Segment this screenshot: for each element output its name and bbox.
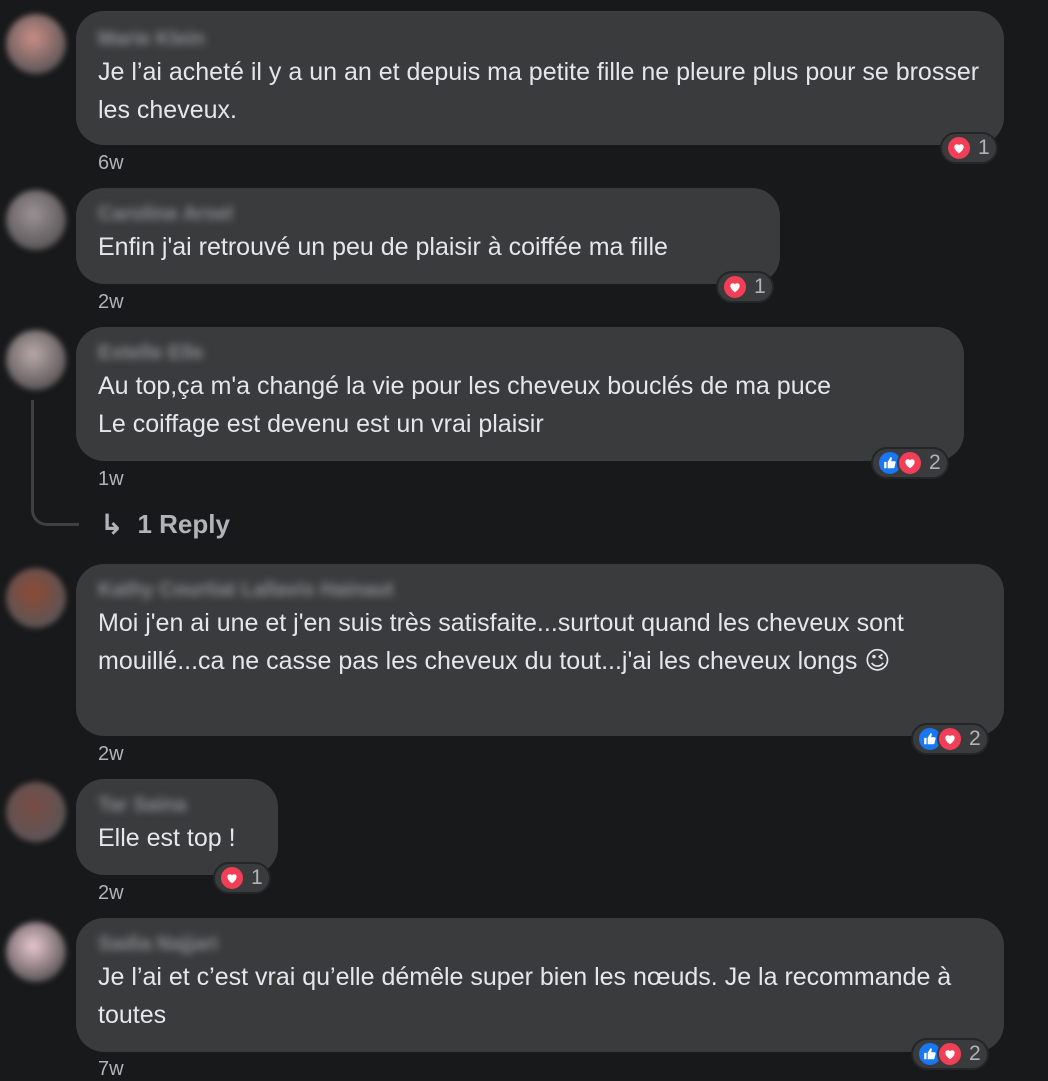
avatar[interactable]: [6, 190, 66, 250]
avatar[interactable]: [6, 14, 66, 74]
comment-timestamp[interactable]: 7w: [98, 1058, 124, 1081]
heart-icon: [897, 450, 923, 476]
reaction-summary[interactable]: 1: [213, 862, 271, 894]
wink-emoji: 😉: [864, 647, 891, 675]
reaction-summary[interactable]: 1: [940, 132, 998, 164]
comment-text: Moi j'en ai une et j'en suis très satisf…: [98, 604, 982, 680]
heart-icon: [946, 135, 972, 161]
heart-icon: [722, 274, 748, 300]
comment-author[interactable]: Caroline Arsel: [98, 200, 233, 228]
comment-timestamp[interactable]: 2w: [98, 291, 124, 314]
comment-bubble[interactable]: Marie Klein Je l’ai acheté il y a un an …: [76, 11, 1004, 145]
comment-text-line: Le coiffage est devenu est un vrai plais…: [98, 410, 544, 438]
view-replies-link[interactable]: ↳ 1 Reply: [100, 508, 230, 541]
comment-bubble[interactable]: Tar Saina Elle est top !: [76, 779, 278, 875]
reaction-summary[interactable]: 2: [871, 447, 949, 479]
comment-timestamp[interactable]: 6w: [98, 152, 124, 175]
comment-timestamp[interactable]: 2w: [98, 743, 124, 766]
heart-icon: [219, 865, 245, 891]
avatar[interactable]: [6, 922, 66, 982]
comment-timestamp[interactable]: 2w: [98, 882, 124, 905]
reaction-count: 2: [929, 451, 941, 474]
heart-icon: [937, 1041, 963, 1067]
reaction-count: 1: [978, 136, 990, 159]
reply-thread-line: [31, 400, 79, 526]
comment-text: Je l’ai acheté il y a un an et depuis ma…: [98, 58, 980, 124]
avatar[interactable]: [6, 330, 66, 390]
comment-bubble[interactable]: Caroline Arsel Enfin j'ai retrouvé un pe…: [76, 188, 780, 284]
comment-text: Enfin j'ai retrouvé un peu de plaisir à …: [98, 233, 668, 261]
heart-icon: [937, 726, 963, 752]
reaction-count: 2: [969, 727, 981, 750]
comment-author[interactable]: Tar Saina: [98, 791, 187, 819]
comment-author[interactable]: Marie Klein: [98, 25, 205, 53]
reaction-count: 1: [251, 866, 263, 889]
comment-author[interactable]: Estelle Elle: [98, 339, 204, 367]
comment-text-line: Au top,ça m'a changé la vie pour les che…: [98, 372, 831, 400]
comment-bubble[interactable]: Sadia Najjari Je l’ai et c’est vrai qu’e…: [76, 918, 1004, 1052]
reaction-summary[interactable]: 1: [716, 271, 774, 303]
comment-timestamp[interactable]: 1w: [98, 468, 124, 491]
comment-text: Je l’ai et c’est vrai qu’elle démêle sup…: [98, 963, 952, 1029]
reaction-count: 2: [969, 1042, 981, 1065]
comment-author[interactable]: Sadia Najjari: [98, 930, 218, 958]
comment-text-body: Moi j'en ai une et j'en suis très satisf…: [98, 609, 904, 675]
avatar[interactable]: [6, 568, 66, 628]
comment-author[interactable]: Kathy Courtiat Lallavis Hainaut: [98, 576, 394, 604]
reply-arrow-icon: ↳: [100, 509, 124, 540]
reaction-summary[interactable]: 2: [911, 723, 989, 755]
reaction-count: 1: [754, 275, 766, 298]
comment-bubble[interactable]: Estelle Elle Au top,ça m'a changé la vie…: [76, 327, 964, 461]
comment-text: Elle est top !: [98, 824, 236, 852]
avatar[interactable]: [6, 782, 66, 842]
comment-bubble[interactable]: Kathy Courtiat Lallavis Hainaut Moi j'en…: [76, 564, 1004, 736]
replies-label: 1 Reply: [137, 509, 230, 539]
reaction-summary[interactable]: 2: [911, 1038, 989, 1070]
